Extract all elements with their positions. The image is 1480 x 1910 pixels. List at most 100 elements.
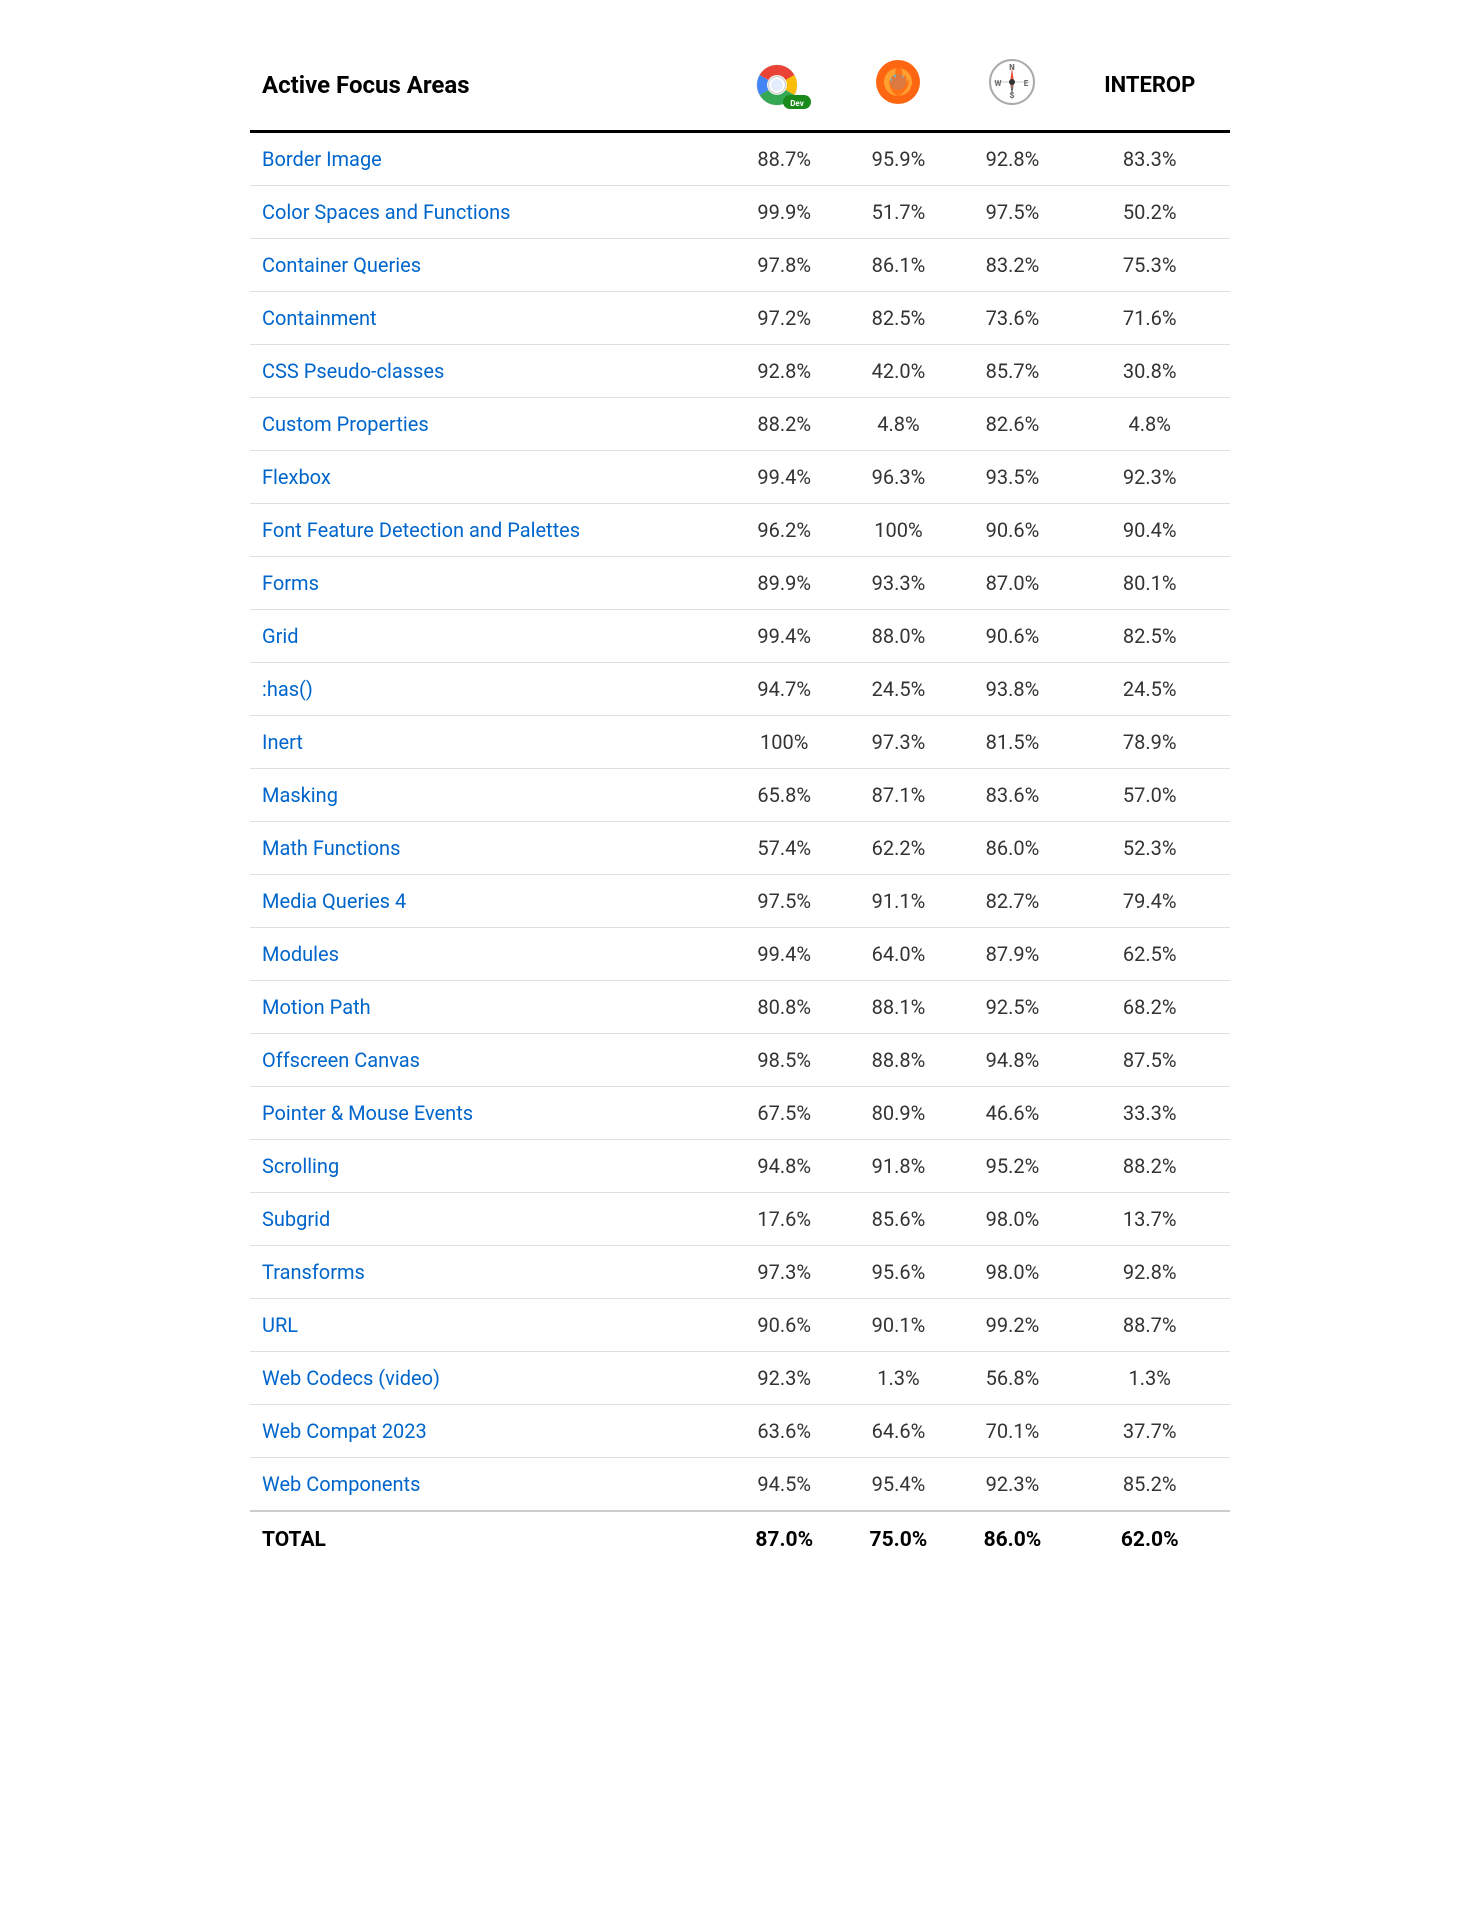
interop-cell: 33.3%	[1069, 1087, 1230, 1140]
interop-cell: 37.7%	[1069, 1405, 1230, 1458]
feature-name-cell[interactable]: Forms	[250, 557, 727, 610]
chrome-cell: 97.5%	[727, 875, 841, 928]
feature-name-cell[interactable]: Offscreen Canvas	[250, 1034, 727, 1087]
firefox-cell: 88.0%	[841, 610, 955, 663]
feature-name-cell[interactable]: Masking	[250, 769, 727, 822]
chrome-cell: 99.4%	[727, 610, 841, 663]
feature-name-cell[interactable]: Modules	[250, 928, 727, 981]
total-interop: 62.0%	[1069, 1511, 1230, 1568]
total-chrome: 87.0%	[727, 1511, 841, 1568]
safari-cell: 94.8%	[955, 1034, 1069, 1087]
focus-areas-header: Active Focus Areas	[250, 40, 727, 132]
firefox-cell: 86.1%	[841, 239, 955, 292]
safari-cell: 98.0%	[955, 1246, 1069, 1299]
interop-cell: 92.8%	[1069, 1246, 1230, 1299]
table-row: Offscreen Canvas98.5%88.8%94.8%87.5%	[250, 1034, 1230, 1087]
feature-name-cell[interactable]: Subgrid	[250, 1193, 727, 1246]
firefox-cell: 95.9%	[841, 132, 955, 186]
safari-cell: 70.1%	[955, 1405, 1069, 1458]
chrome-cell: 89.9%	[727, 557, 841, 610]
feature-name-cell[interactable]: Web Components	[250, 1458, 727, 1512]
firefox-cell: 93.3%	[841, 557, 955, 610]
firefox-cell: 64.0%	[841, 928, 955, 981]
chrome-cell: 96.2%	[727, 504, 841, 557]
main-container: Active Focus Areas	[250, 40, 1230, 1568]
feature-name-cell[interactable]: Font Feature Detection and Palettes	[250, 504, 727, 557]
table-row: Border Image88.7%95.9%92.8%83.3%	[250, 132, 1230, 186]
safari-cell: 92.8%	[955, 132, 1069, 186]
interop-cell: 88.2%	[1069, 1140, 1230, 1193]
chrome-cell: 99.4%	[727, 451, 841, 504]
interop-cell: 92.3%	[1069, 451, 1230, 504]
chrome-cell: 97.2%	[727, 292, 841, 345]
table-row: CSS Pseudo-classes92.8%42.0%85.7%30.8%	[250, 345, 1230, 398]
table-row: Web Components94.5%95.4%92.3%85.2%	[250, 1458, 1230, 1512]
safari-cell: 86.0%	[955, 822, 1069, 875]
svg-text:W: W	[995, 79, 1002, 88]
safari-cell: 85.7%	[955, 345, 1069, 398]
chrome-cell: 92.3%	[727, 1352, 841, 1405]
table-row: Font Feature Detection and Palettes96.2%…	[250, 504, 1230, 557]
feature-name-cell[interactable]: Transforms	[250, 1246, 727, 1299]
safari-cell: 46.6%	[955, 1087, 1069, 1140]
feature-name-cell[interactable]: Web Codecs (video)	[250, 1352, 727, 1405]
chrome-cell: 94.8%	[727, 1140, 841, 1193]
firefox-cell: 62.2%	[841, 822, 955, 875]
interop-table: Active Focus Areas	[250, 40, 1230, 1568]
feature-name-cell[interactable]: Media Queries 4	[250, 875, 727, 928]
interop-cell: 57.0%	[1069, 769, 1230, 822]
table-row: Forms89.9%93.3%87.0%80.1%	[250, 557, 1230, 610]
feature-name-cell[interactable]: Grid	[250, 610, 727, 663]
table-row: Custom Properties88.2%4.8%82.6%4.8%	[250, 398, 1230, 451]
total-label: TOTAL	[250, 1511, 727, 1568]
chrome-cell: 67.5%	[727, 1087, 841, 1140]
feature-name-cell[interactable]: Containment	[250, 292, 727, 345]
feature-name-cell[interactable]: URL	[250, 1299, 727, 1352]
feature-name-cell[interactable]: Math Functions	[250, 822, 727, 875]
feature-name-cell[interactable]: :has()	[250, 663, 727, 716]
safari-cell: 95.2%	[955, 1140, 1069, 1193]
chrome-cell: 94.7%	[727, 663, 841, 716]
feature-name-cell[interactable]: Custom Properties	[250, 398, 727, 451]
chrome-dev-icons: Dev	[739, 59, 829, 111]
feature-name-cell[interactable]: Scrolling	[250, 1140, 727, 1193]
chrome-cell: 65.8%	[727, 769, 841, 822]
table-body: Border Image88.7%95.9%92.8%83.3%Color Sp…	[250, 132, 1230, 1512]
table-row: Color Spaces and Functions99.9%51.7%97.5…	[250, 186, 1230, 239]
chrome-cell: 80.8%	[727, 981, 841, 1034]
feature-name-cell[interactable]: Flexbox	[250, 451, 727, 504]
firefox-cell: 95.6%	[841, 1246, 955, 1299]
safari-header: N S W E	[955, 40, 1069, 132]
firefox-cell: 97.3%	[841, 716, 955, 769]
feature-name-cell[interactable]: CSS Pseudo-classes	[250, 345, 727, 398]
chrome-cell: 99.9%	[727, 186, 841, 239]
chrome-dev-icon: Dev	[755, 59, 813, 111]
table-row: URL90.6%90.1%99.2%88.7%	[250, 1299, 1230, 1352]
feature-name-cell[interactable]: Web Compat 2023	[250, 1405, 727, 1458]
chrome-cell: 63.6%	[727, 1405, 841, 1458]
safari-cell: 90.6%	[955, 504, 1069, 557]
firefox-cell: 96.3%	[841, 451, 955, 504]
firefox-cell: 85.6%	[841, 1193, 955, 1246]
interop-cell: 62.5%	[1069, 928, 1230, 981]
feature-name-cell[interactable]: Pointer & Mouse Events	[250, 1087, 727, 1140]
feature-name-cell[interactable]: Motion Path	[250, 981, 727, 1034]
table-row: Container Queries97.8%86.1%83.2%75.3%	[250, 239, 1230, 292]
feature-name-cell[interactable]: Border Image	[250, 132, 727, 186]
feature-name-cell[interactable]: Color Spaces and Functions	[250, 186, 727, 239]
safari-cell: 82.6%	[955, 398, 1069, 451]
table-row: Web Codecs (video)92.3%1.3%56.8%1.3%	[250, 1352, 1230, 1405]
interop-cell: 52.3%	[1069, 822, 1230, 875]
firefox-cell: 87.1%	[841, 769, 955, 822]
svg-text:E: E	[1024, 79, 1029, 88]
interop-cell: 24.5%	[1069, 663, 1230, 716]
table-row: Modules99.4%64.0%87.9%62.5%	[250, 928, 1230, 981]
interop-cell: 82.5%	[1069, 610, 1230, 663]
feature-name-cell[interactable]: Inert	[250, 716, 727, 769]
table-row: Transforms97.3%95.6%98.0%92.8%	[250, 1246, 1230, 1299]
safari-cell: 87.0%	[955, 557, 1069, 610]
safari-cell: 98.0%	[955, 1193, 1069, 1246]
table-row: Grid99.4%88.0%90.6%82.5%	[250, 610, 1230, 663]
feature-name-cell[interactable]: Container Queries	[250, 239, 727, 292]
safari-cell: 92.5%	[955, 981, 1069, 1034]
